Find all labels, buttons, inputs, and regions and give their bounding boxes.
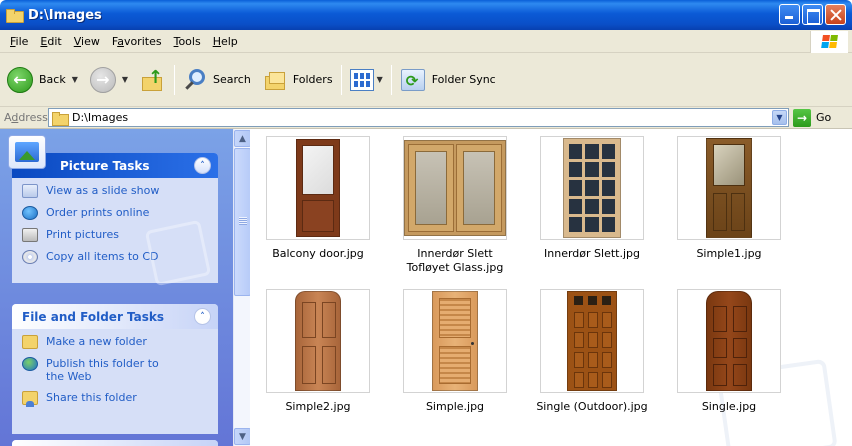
address-label: Address (4, 111, 48, 124)
views-button[interactable]: ▼ (347, 61, 386, 99)
windows-logo-icon (810, 31, 848, 53)
menu-edit[interactable]: Edit (34, 35, 67, 48)
share-folder-icon (22, 391, 38, 407)
grid-door-image (563, 138, 621, 238)
task-share-folder[interactable]: Share this folder (22, 391, 208, 407)
toolbar-divider (174, 64, 176, 95)
thumbnail (677, 289, 781, 393)
file-item[interactable]: Single (Outdoor).jpg (532, 289, 652, 414)
task-pane-scrollbar[interactable]: ▲ ▼ (233, 129, 251, 446)
thumbnail (677, 136, 781, 240)
simple2-door-image (295, 291, 341, 391)
collapse-icon[interactable]: ˄ (194, 157, 211, 174)
collapsed-panel-header[interactable] (12, 440, 218, 446)
thumbnail (403, 289, 507, 393)
task-publish-web[interactable]: Publish this folder to the Web (22, 357, 208, 383)
file-item[interactable]: Simple1.jpg (669, 136, 789, 261)
scroll-down-button[interactable]: ▼ (234, 428, 251, 445)
maximize-button[interactable] (802, 4, 823, 25)
address-value: D:\Images (72, 111, 129, 124)
toolbar: ← Back ▼ → ▼ ↑ Search Folders ▼ ⟳ Folder… (0, 53, 852, 107)
double-glass-door-image (404, 140, 506, 236)
balcony-door-image (296, 139, 340, 237)
outdoor-door-image (567, 291, 617, 391)
go-button[interactable]: → Go (793, 108, 831, 127)
thumbnail (266, 289, 370, 393)
chevron-down-icon[interactable]: ▼ (72, 75, 78, 84)
file-item[interactable]: Single.jpg (669, 289, 789, 414)
order-prints-icon (22, 206, 38, 220)
folder-sync-icon: ⟳ (400, 67, 426, 93)
folder-sync-button[interactable]: ⟳ Folder Sync (397, 61, 499, 99)
up-folder-icon: ↑ (140, 67, 166, 93)
go-arrow-icon: → (793, 108, 811, 127)
minimize-button[interactable] (779, 4, 800, 25)
search-icon (183, 67, 209, 93)
file-item[interactable]: Balcony door.jpg (258, 136, 378, 261)
folders-icon (263, 68, 289, 92)
views-icon (349, 68, 374, 91)
thumbnail (540, 289, 644, 393)
toolbar-divider (340, 64, 342, 95)
menu-favorites[interactable]: Favorites (106, 35, 168, 48)
file-item[interactable]: Innerdør Slett.jpg (532, 136, 652, 261)
menu-view[interactable]: View (68, 35, 106, 48)
thumbnail (403, 136, 507, 240)
file-folder-tasks-panel: File and Folder Tasks ˄ Make a new folde… (12, 304, 218, 434)
task-view-slideshow[interactable]: View as a slide show (22, 184, 208, 198)
simple1-door-image (706, 138, 752, 238)
back-button[interactable]: ← Back ▼ (4, 61, 81, 99)
toolbar-divider (390, 64, 392, 95)
simple-door-image (432, 291, 478, 391)
cd-icon (22, 250, 38, 264)
forward-button[interactable]: → ▼ (87, 61, 131, 99)
window-title: D:\Images (28, 7, 102, 23)
single-door-image (706, 291, 752, 391)
address-bar: Address D:\Images ▼ → Go (0, 107, 852, 129)
task-new-folder[interactable]: Make a new folder (22, 335, 208, 349)
search-button[interactable]: Search (180, 61, 254, 99)
thumbnail (540, 136, 644, 240)
address-input[interactable]: D:\Images ▼ (48, 108, 789, 127)
file-item[interactable]: Innerdør Slett Tofløyet Glass.jpg (395, 136, 515, 275)
printer-icon (22, 228, 38, 242)
watermark-decoration (144, 219, 212, 287)
chevron-down-icon[interactable]: ▼ (122, 75, 128, 84)
forward-arrow-icon: → (89, 66, 116, 93)
chevron-down-icon[interactable]: ▼ (377, 75, 383, 84)
scroll-up-button[interactable]: ▲ (234, 130, 251, 147)
folder-icon (52, 111, 69, 126)
web-publish-icon (22, 357, 38, 371)
address-dropdown-button[interactable]: ▼ (772, 110, 787, 125)
new-folder-icon (22, 335, 38, 349)
task-order-prints[interactable]: Order prints online (22, 206, 208, 220)
next-panel-header (12, 440, 218, 446)
collapse-icon[interactable]: ˄ (194, 308, 211, 325)
up-folder-button[interactable]: ↑ (137, 61, 169, 99)
close-button[interactable] (825, 4, 846, 25)
title-bar[interactable]: D:\Images (0, 0, 852, 30)
picture-tasks-panel: Picture Tasks ˄ View as a slide show Ord… (8, 135, 218, 287)
menu-bar: File Edit View Favorites Tools Help (0, 30, 852, 53)
menu-help[interactable]: Help (207, 35, 244, 48)
back-arrow-icon: ← (7, 66, 33, 93)
folder-icon (6, 9, 24, 23)
file-folder-tasks-header[interactable]: File and Folder Tasks ˄ (12, 304, 218, 329)
picture-tasks-icon (8, 135, 46, 169)
scroll-thumb[interactable] (234, 148, 251, 296)
task-pane: Picture Tasks ˄ View as a slide show Ord… (0, 129, 233, 446)
folders-button[interactable]: Folders (260, 61, 336, 99)
file-view: Balcony door.jpg Innerdør Slett Tofløyet… (250, 129, 852, 446)
menu-tools[interactable]: Tools (168, 35, 207, 48)
menu-file[interactable]: File (4, 35, 34, 48)
file-item[interactable]: Simple.jpg (395, 289, 515, 414)
picture-tasks-header[interactable]: Picture Tasks ˄ (8, 135, 218, 178)
thumbnail (266, 136, 370, 240)
slideshow-icon (22, 184, 38, 198)
file-item[interactable]: Simple2.jpg (258, 289, 378, 414)
